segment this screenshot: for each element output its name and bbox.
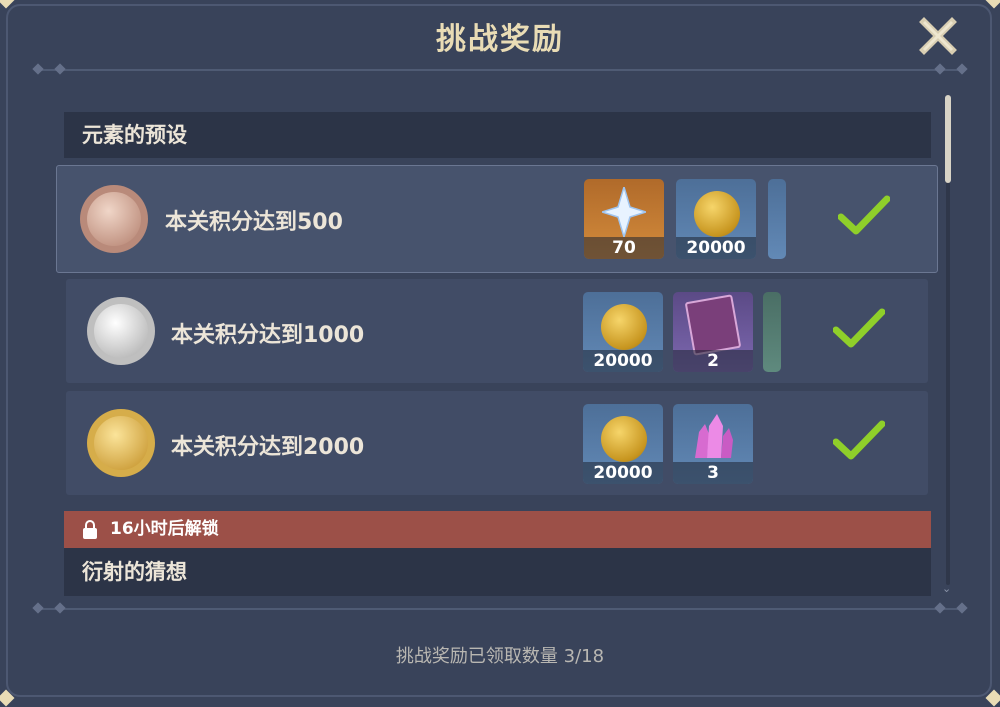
reward-qty: 3 — [673, 462, 753, 484]
task-goal: 本关积分达到500 — [165, 210, 343, 235]
reward-qty: 70 — [584, 237, 664, 259]
reward-item[interactable]: 20000 — [676, 179, 756, 259]
reward-item[interactable]: 3 — [673, 404, 753, 484]
reward-item[interactable]: 70 — [584, 179, 664, 259]
silver-medal-icon — [87, 297, 155, 365]
mora-coin-icon — [694, 191, 740, 237]
claimed-check-icon — [833, 308, 885, 348]
bottom-divider — [32, 602, 968, 614]
reward-qty: 20000 — [676, 237, 756, 259]
reward-item[interactable]: 2 — [673, 292, 753, 372]
claimed-check-icon — [833, 420, 885, 460]
reward-qty: 20000 — [583, 462, 663, 484]
lock-icon — [83, 520, 97, 539]
gold-medal-icon — [87, 409, 155, 477]
crystal-ore-icon — [695, 414, 733, 458]
reward-item-partial[interactable] — [763, 292, 781, 372]
section-title: 元素的预设 — [82, 123, 187, 147]
reward-item[interactable]: 20000 — [583, 292, 663, 372]
section-title: 衍射的猜想 — [82, 560, 187, 584]
reward-qty: 20000 — [583, 350, 663, 372]
popup-title: 挑战奖励 — [436, 22, 564, 57]
lock-bar: 16小时后解锁 — [64, 511, 931, 548]
task-goal: 本关积分达到1000 — [171, 323, 365, 348]
close-icon[interactable] — [918, 16, 958, 56]
top-divider — [32, 63, 968, 75]
section-header: 元素的预设 — [64, 112, 931, 158]
claimed-count: 挑战奖励已领取数量 3/18 — [395, 646, 605, 667]
bronze-medal-icon — [80, 185, 148, 253]
primogem-icon — [602, 187, 646, 237]
lock-text: 16小时后解锁 — [110, 519, 219, 539]
claimed-check-icon — [838, 195, 890, 235]
heros-wit-book-icon — [684, 294, 742, 356]
mora-coin-icon — [601, 416, 647, 462]
mora-coin-icon — [601, 304, 647, 350]
reward-qty: 2 — [673, 350, 753, 372]
scrollbar-thumb[interactable] — [945, 95, 951, 183]
scroll-down-arrow-icon[interactable]: ⌄ — [942, 582, 951, 595]
reward-item[interactable]: 20000 — [583, 404, 663, 484]
reward-item-partial[interactable] — [768, 179, 786, 259]
task-goal: 本关积分达到2000 — [171, 435, 365, 460]
section-header: 衍射的猜想 — [64, 548, 931, 596]
